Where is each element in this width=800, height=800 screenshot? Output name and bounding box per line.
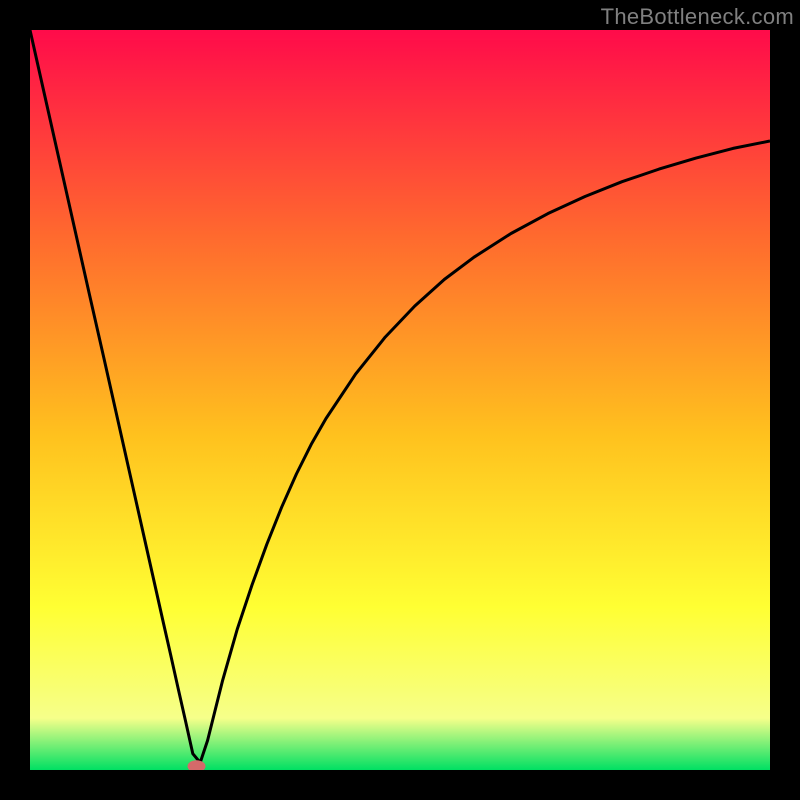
watermark-label: TheBottleneck.com [601, 4, 794, 30]
chart-container: TheBottleneck.com [0, 0, 800, 800]
chart-svg [30, 30, 770, 770]
plot-area [30, 30, 770, 770]
plot-background [30, 30, 770, 770]
